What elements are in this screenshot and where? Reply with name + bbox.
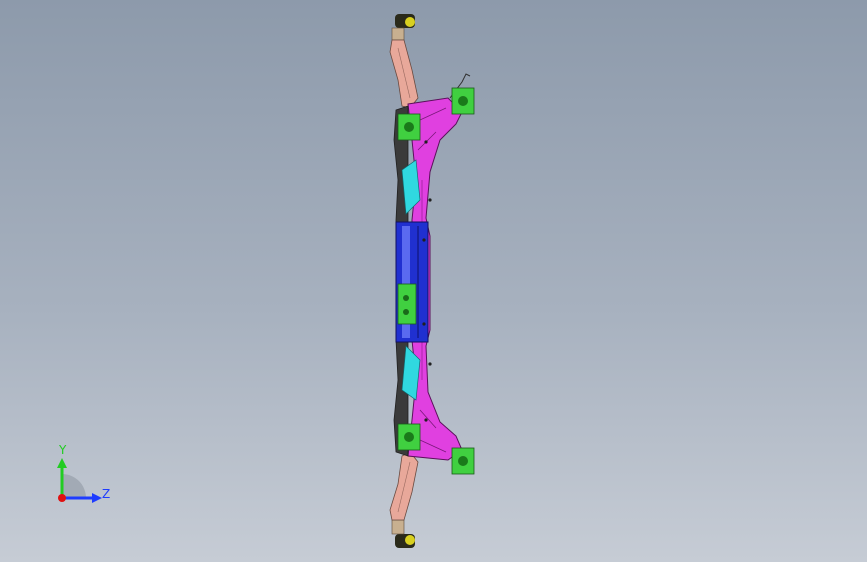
- top-right-mount[interactable]: [451, 87, 475, 115]
- bottom-ball-joint[interactable]: [391, 519, 415, 548]
- orientation-triad[interactable]: Y Z: [40, 438, 130, 518]
- axis-triad-graphic: [57, 458, 102, 503]
- cad-3d-viewport[interactable]: Y Z: [0, 0, 867, 562]
- top-left-mount[interactable]: [397, 113, 421, 141]
- subframe-3d-model[interactable]: [0, 0, 867, 562]
- bottom-right-mount[interactable]: [451, 447, 475, 475]
- green-center-bracket[interactable]: [397, 283, 417, 325]
- bottom-left-mount[interactable]: [397, 423, 421, 451]
- y-axis-label: Y: [59, 443, 67, 457]
- top-ball-joint[interactable]: [391, 14, 415, 41]
- z-axis-label: Z: [102, 487, 111, 501]
